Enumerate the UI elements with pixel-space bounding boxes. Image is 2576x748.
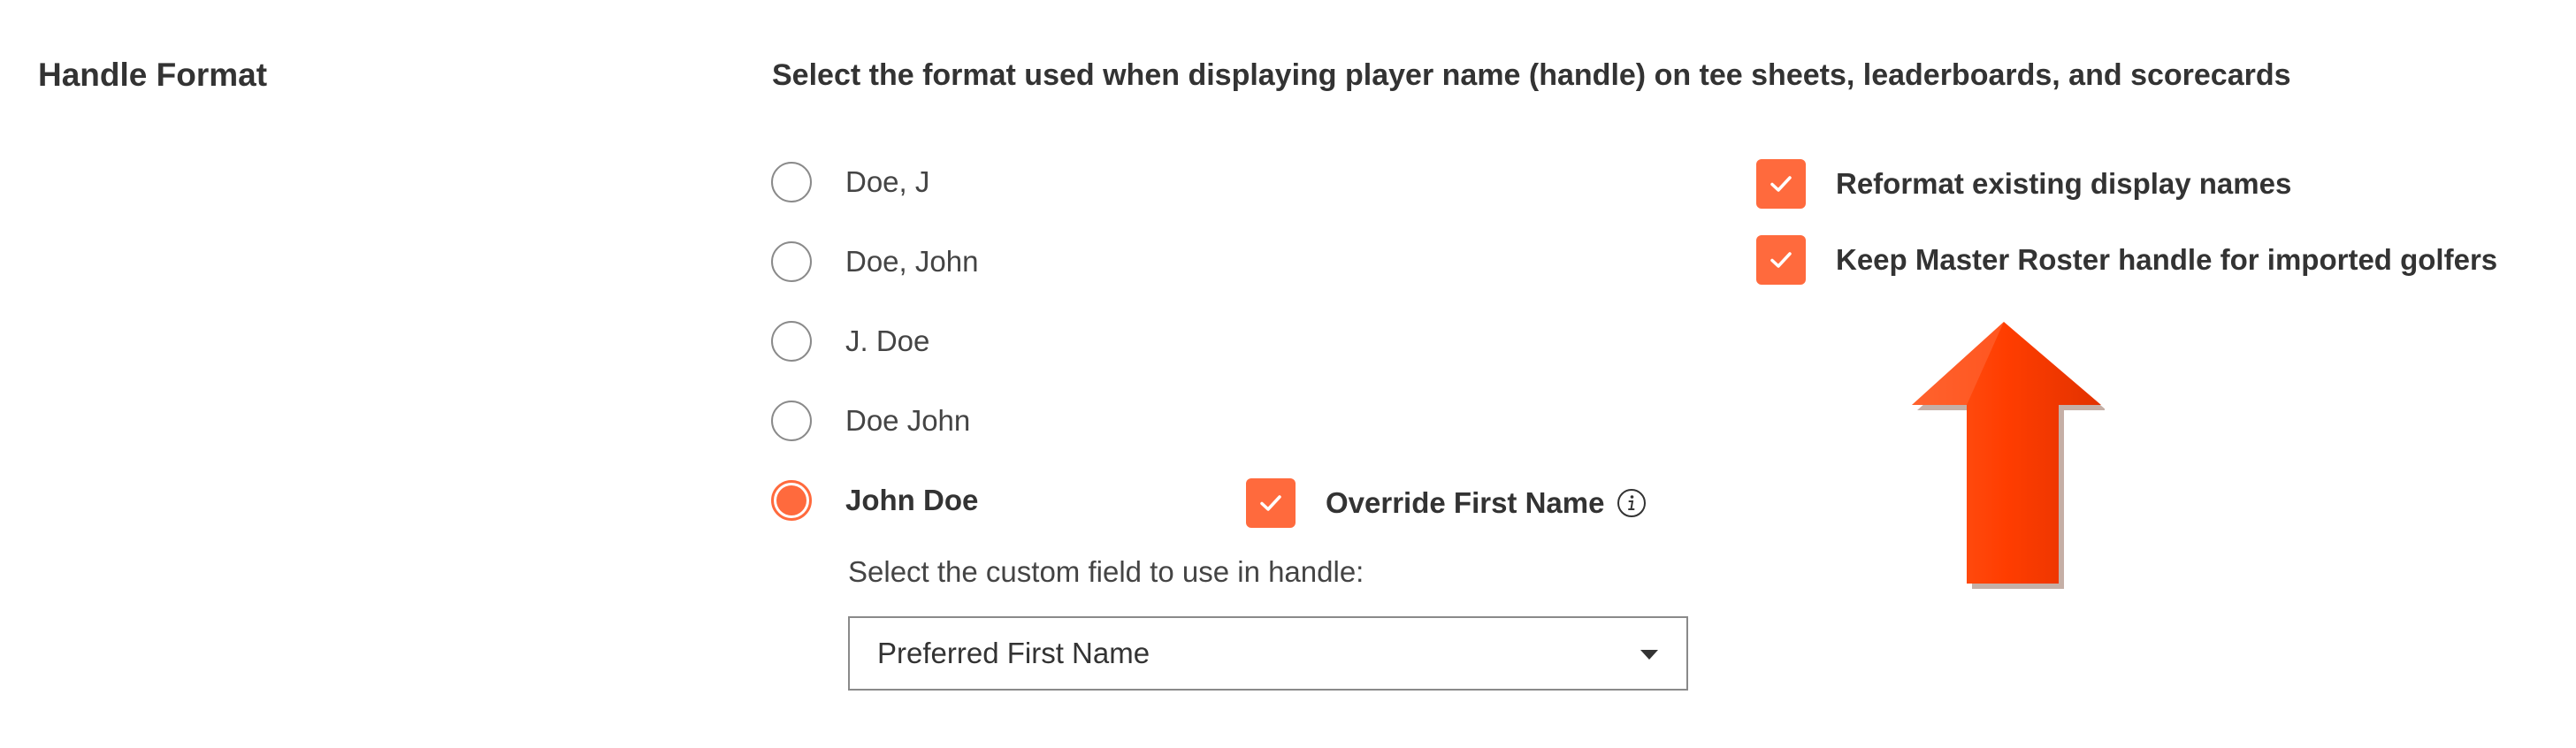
keep-master-roster-handle-checkbox[interactable] <box>1756 235 1806 285</box>
handle-option-label: Doe, John <box>845 245 979 278</box>
radio-button[interactable] <box>771 321 812 362</box>
custom-field-label: Select the custom field to use in handle… <box>848 555 1364 588</box>
reformat-display-names-label: Reformat existing display names <box>1836 167 2292 200</box>
handle-format-description: Select the format used when displaying p… <box>772 58 2291 92</box>
checkmark-icon <box>1770 176 1792 192</box>
section-title: Handle Format <box>38 57 268 93</box>
custom-field-select[interactable]: Preferred First Name <box>848 616 1688 691</box>
checkmark-icon <box>1770 252 1792 268</box>
reformat-display-names-checkbox[interactable] <box>1756 159 1806 209</box>
keep-master-roster-handle-option[interactable]: Keep Master Roster handle for imported g… <box>1756 235 2497 285</box>
handle-option-label: J. Doe <box>845 324 930 357</box>
radio-button[interactable] <box>771 162 812 202</box>
info-icon[interactable] <box>1617 488 1647 518</box>
handle-option-label: Doe, J <box>845 165 930 198</box>
handle-option-doe-j[interactable]: Doe, J <box>771 159 929 205</box>
chevron-down-icon <box>1640 650 1658 660</box>
keep-master-roster-handle-label: Keep Master Roster handle for imported g… <box>1836 243 2498 276</box>
handle-option-j-doe[interactable]: J. Doe <box>771 318 929 364</box>
radio-button-selected[interactable] <box>771 480 812 521</box>
handle-option-label: John Doe <box>845 484 979 516</box>
handle-option-label: Doe John <box>845 404 971 437</box>
handle-option-doe-john[interactable]: Doe, John <box>771 239 978 285</box>
custom-field-selected-value: Preferred First Name <box>877 637 1150 669</box>
handle-option-john-doe[interactable]: John Doe <box>771 477 978 523</box>
red-up-arrow-icon <box>1912 322 2105 589</box>
handle-option-doe-john-nocomma[interactable]: Doe John <box>771 398 970 444</box>
override-first-name-checkbox[interactable] <box>1246 478 1296 528</box>
override-first-name-label: Override First Name <box>1326 486 1605 519</box>
checkmark-icon <box>1260 495 1281 511</box>
radio-button[interactable] <box>771 241 812 282</box>
radio-button[interactable] <box>771 401 812 441</box>
override-first-name-option[interactable]: Override First Name <box>1246 478 1647 528</box>
reformat-display-names-option[interactable]: Reformat existing display names <box>1756 159 2291 209</box>
